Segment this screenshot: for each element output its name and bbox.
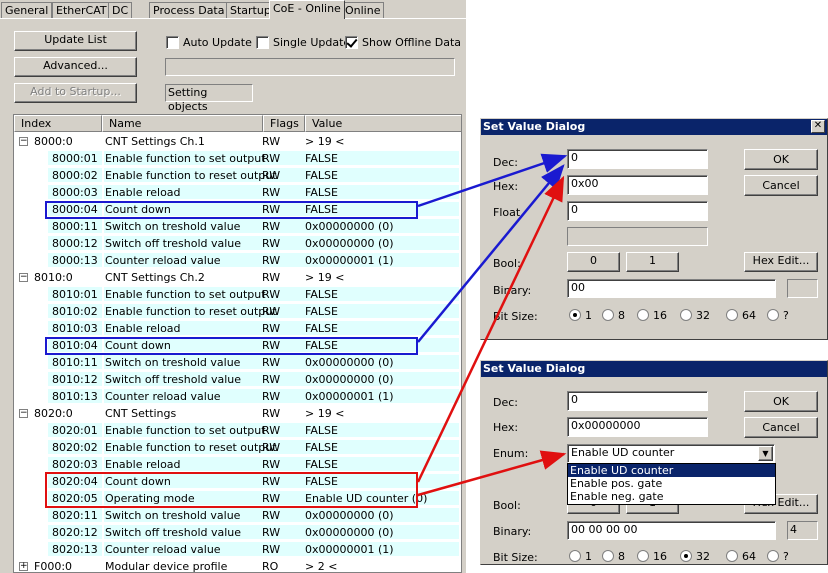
arrow-red-2 [417, 450, 567, 497]
arrow-red-1 [416, 175, 565, 483]
arrow-blue-2 [417, 164, 565, 343]
arrow-blue-1 [417, 153, 568, 208]
arrow-overlay [416, 153, 568, 497]
